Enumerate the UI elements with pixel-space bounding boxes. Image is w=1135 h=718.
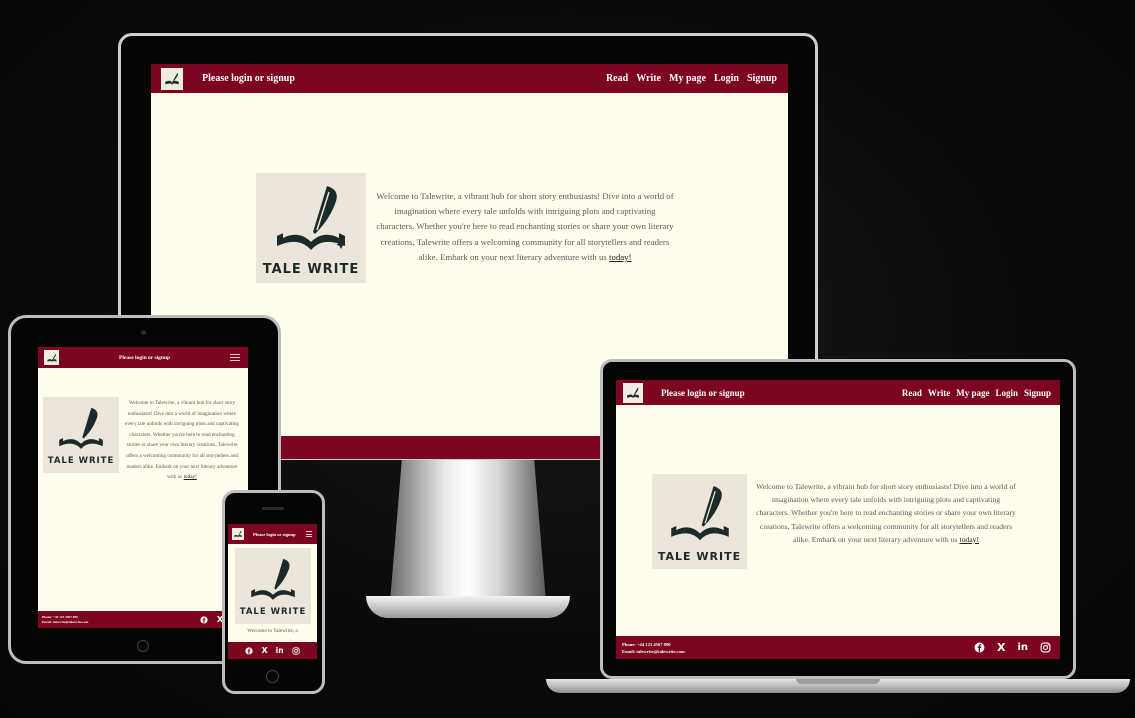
hamburger-menu-icon[interactable] [230, 352, 240, 363]
nav-title: Please login or signup [661, 387, 745, 398]
hero-logo-image: TALE WRITE [256, 173, 366, 283]
site-logo[interactable] [44, 350, 59, 365]
phone-site: Please login or signup TALE WRITE Welcom… [228, 524, 317, 659]
linkedin-icon[interactable]: in [1017, 642, 1028, 653]
intro-body: Welcome to Talewrite, a vibrant hub for … [125, 400, 239, 481]
nav-link-write[interactable]: Write [636, 73, 661, 84]
nav-link-read[interactable]: Read [902, 388, 922, 398]
site-logo[interactable] [161, 67, 183, 90]
monitor-stand [390, 452, 546, 602]
instagram-icon[interactable] [291, 646, 300, 655]
navbar: Please login or signup [228, 524, 317, 544]
monitor-stand-base [366, 596, 570, 618]
tablet-site: Please login or signup TALE WRITE Welcom… [38, 347, 248, 628]
intro-link-today[interactable]: today! [959, 535, 979, 544]
navbar: Please login or signup Read Write My pag… [616, 380, 1060, 405]
navbar: Please login or signup Read Write My pag… [151, 64, 788, 93]
facebook-icon[interactable] [245, 646, 254, 655]
site-logo[interactable] [232, 528, 244, 540]
tablet-camera [141, 330, 146, 335]
quill-book-icon [670, 485, 729, 540]
x-icon[interactable]: X [261, 646, 267, 655]
intro-body: Welcome to Talewrite, a [247, 628, 298, 634]
quill-book-icon [59, 407, 103, 449]
nav-link-login[interactable]: Login [995, 388, 1018, 398]
phone-home-button [266, 670, 279, 683]
social-links: X in [962, 641, 1051, 654]
intro-link-today[interactable]: today! [609, 252, 631, 262]
nav-title: Please login or signup [202, 73, 295, 84]
footer: Phone: +44 123 4567 890 Email: talewrite… [616, 636, 1060, 659]
footer-email: Email: talewrite@talewrite.com [622, 648, 685, 654]
x-icon[interactable]: X [997, 641, 1005, 654]
quill-book-icon [277, 185, 346, 250]
intro-link-today[interactable]: today! [184, 474, 197, 480]
hero-logo-image: TALE WRITE [652, 474, 747, 569]
nav-link-signup[interactable]: Signup [747, 73, 777, 84]
hero-logo-image: TALE WRITE [43, 397, 119, 473]
quill-book-icon [47, 353, 56, 362]
nav-link-write[interactable]: Write [928, 388, 950, 398]
nav-links: Read Write My page Login Signup [598, 73, 777, 84]
logo-wordmark: TALE WRITE [239, 607, 307, 617]
footer: X in [228, 642, 317, 659]
navbar: Please login or signup [38, 347, 248, 368]
nav-links: Read Write My page Login Signup [896, 388, 1051, 398]
nav-link-read[interactable]: Read [606, 73, 628, 84]
logo-wordmark: TALE WRITE [47, 456, 115, 466]
nav-title: Please login or signup [253, 531, 296, 537]
logo-wordmark: TALE WRITE [262, 261, 360, 277]
nav-link-my-page[interactable]: My page [669, 73, 706, 84]
laptop-site: Please login or signup Read Write My pag… [616, 380, 1060, 659]
nav-link-login[interactable]: Login [714, 73, 739, 84]
facebook-icon[interactable] [200, 615, 208, 624]
tablet-home-button [137, 640, 149, 652]
nav-link-my-page[interactable]: My page [956, 388, 989, 398]
instagram-icon[interactable] [1040, 642, 1051, 653]
intro-text: Welcome to Talewrite, a [228, 628, 317, 634]
footer: Phone: +44 123 4567 890 Email: talewrite… [38, 611, 248, 628]
intro-text: Welcome to Talewrite, a vibrant hub for … [375, 189, 675, 265]
footer-contact: Phone: +44 123 4567 890 Email: talewrite… [42, 615, 88, 625]
footer-contact: Phone: +44 123 4567 890 Email: talewrite… [622, 641, 685, 655]
site-logo[interactable] [623, 382, 643, 403]
laptop-notch [796, 679, 880, 684]
intro-text: Welcome to Talewrite, a vibrant hub for … [756, 480, 1016, 546]
footer-email: Email: talewrite@talewrite.com [42, 619, 89, 624]
logo-wordmark: TALE WRITE [657, 549, 742, 563]
nav-title: Please login or signup [119, 354, 171, 361]
quill-book-icon [251, 558, 295, 600]
social-links: X in [245, 646, 300, 655]
footer-phone: Phone: +44 123 4567 890 [622, 641, 671, 647]
facebook-icon[interactable] [974, 642, 985, 653]
hero-logo-image: TALE WRITE [235, 548, 311, 624]
linkedin-icon[interactable]: in [276, 646, 284, 655]
intro-text: Welcome to Talewrite, a vibrant hub for … [123, 398, 241, 483]
quill-book-icon [165, 72, 179, 85]
quill-book-icon [234, 530, 242, 538]
nav-link-signup[interactable]: Signup [1024, 388, 1051, 398]
quill-book-icon [627, 386, 639, 399]
phone-speaker [262, 507, 284, 510]
hamburger-menu-icon[interactable] [306, 530, 312, 539]
